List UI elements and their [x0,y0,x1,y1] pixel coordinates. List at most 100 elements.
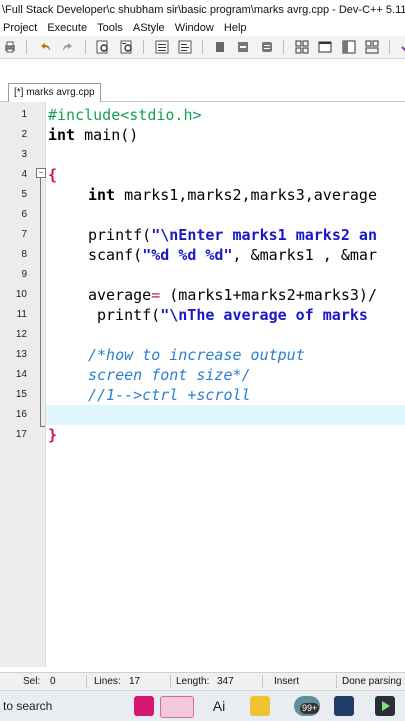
status-separator [170,675,171,688]
close-brace: } [48,426,58,444]
menu-project[interactable]: Project [0,20,40,36]
replace-icon[interactable] [120,40,134,54]
status-bar: Sel: 0 Lines: 17 Length: 347 Insert Done… [0,672,405,690]
code-line: 8 scanf("%d %d %d", &marks1 , &mar [0,245,405,265]
window-icon[interactable] [318,40,332,54]
line-number: 13 [15,349,27,360]
parse-status: Done parsing i [342,676,405,687]
file-explorer-icon[interactable] [250,696,270,716]
lines-value: 17 [129,676,141,687]
string-literal: "\nThe average of marks [160,306,377,324]
panel-gap [0,59,405,83]
code-line: 14 screen font size*/ [0,365,405,385]
status-separator [262,675,263,688]
print-icon[interactable] [3,40,17,54]
code-line: 15 //1-->ctrl +scroll [0,385,405,405]
line-number: 4 [21,169,27,180]
line-number: 16 [15,409,27,420]
code-text: int main() [48,125,138,145]
line-number: 15 [15,389,27,400]
widget-icon[interactable] [160,696,194,718]
code-line-current[interactable]: 16 [0,405,405,425]
code-text: printf("\nThe average of marks [97,305,377,325]
code-line: 11 printf("\nThe average of marks [0,305,405,325]
code-line: 1 #include<stdio.h> [0,105,405,125]
string-literal: "%d %d %d" [142,246,233,264]
code-line: 5 int marks1,marks2,marks3,average [0,185,405,205]
toolbar-separator [283,40,285,54]
code-line: 4 { [0,165,405,185]
line-number: 14 [15,369,27,380]
menu-execute[interactable]: Execute [44,20,90,36]
sel-value: 0 [50,676,56,687]
notification-badge: 99+ [300,703,320,714]
toolbar-separator [26,40,28,54]
line-number: 2 [21,129,27,140]
check-icon[interactable] [400,40,405,54]
open-brace: { [48,166,58,184]
menu-tools[interactable]: Tools [94,20,126,36]
line-number: 5 [21,189,27,200]
line-number: 6 [21,209,27,220]
redo-icon[interactable] [61,40,75,54]
code-line: 9 [0,265,405,285]
ai-text-icon[interactable]: Ai [209,696,229,716]
string-literal: "\nEnter marks1 marks2 an [151,226,377,244]
code-line: 13 /*how to increase output [0,345,405,365]
code-text: printf("\nEnter marks1 marks2 an [88,225,377,245]
layout-icon[interactable] [342,40,356,54]
code-fragment: average [88,286,152,304]
menu-window[interactable]: Window [172,20,217,36]
keyword: int [48,126,76,144]
line-number: 9 [21,269,27,280]
unindent-icon[interactable] [178,40,192,54]
taskbar-search[interactable]: to search [3,699,52,713]
comment-text: //1-->ctrl +scroll [88,386,251,404]
window-title-bar: \Full Stack Developer\c shubham sir\basi… [0,0,405,20]
code-fragment: main() [75,126,139,144]
dev-cpp-taskbar-icon[interactable] [334,696,354,716]
bookmark-icon[interactable] [213,40,227,54]
browser-icon[interactable]: 99+ [294,696,320,716]
indent-icon[interactable] [155,40,169,54]
line-number: 10 [15,289,27,300]
code-fragment: scanf( [88,246,143,264]
find-icon[interactable] [96,40,110,54]
lines-label: Lines: [94,676,121,687]
code-fragment: , &marks1 , &mar [232,246,378,264]
code-line: 10 average= (marks1+marks2+marks3)/ [0,285,405,305]
toolbar-separator [388,40,390,54]
status-separator [86,675,87,688]
media-player-icon[interactable] [375,696,395,716]
tile-icon[interactable] [365,40,379,54]
code-fragment: printf( [97,306,161,324]
line-number: 11 [16,309,27,320]
code-line: 12 [0,325,405,345]
status-separator [336,675,337,688]
code-text: int marks1,marks2,marks3,average [88,185,377,205]
editor-tab-bar: [*] marks avrg.cpp [0,83,405,102]
undo-icon[interactable] [38,40,52,54]
menu-bar: Project Execute Tools AStyle Window Help [0,20,405,36]
chat-app-icon[interactable] [134,696,154,716]
code-fragment: marks1,marks2,marks3,average [115,186,377,204]
code-line: 2 int main() [0,125,405,145]
menu-astyle[interactable]: AStyle [130,20,168,36]
tab-marks-avrg[interactable]: [*] marks avrg.cpp [8,83,101,102]
code-editor[interactable]: − 1 #include<stdio.h> 2 int main() 3 4 {… [0,102,405,667]
grid-icon[interactable] [295,40,309,54]
line-number: 12 [15,329,27,340]
length-label: Length: [176,676,210,687]
uncomment-icon[interactable] [260,40,274,54]
code-line: 3 [0,145,405,165]
code-text: scanf("%d %d %d", &marks1 , &mar [88,245,377,265]
code-line: 7 printf("\nEnter marks1 marks2 an [0,225,405,245]
toggle-comment-icon[interactable] [236,40,250,54]
code-line: 6 [0,205,405,225]
line-number: 17 [15,429,27,440]
line-number: 7 [21,229,27,240]
sel-label: Sel: [23,676,41,687]
code-text: average= (marks1+marks2+marks3)/ [88,285,377,305]
window-title: \Full Stack Developer\c shubham sir\basi… [2,4,405,16]
menu-help[interactable]: Help [221,20,250,36]
